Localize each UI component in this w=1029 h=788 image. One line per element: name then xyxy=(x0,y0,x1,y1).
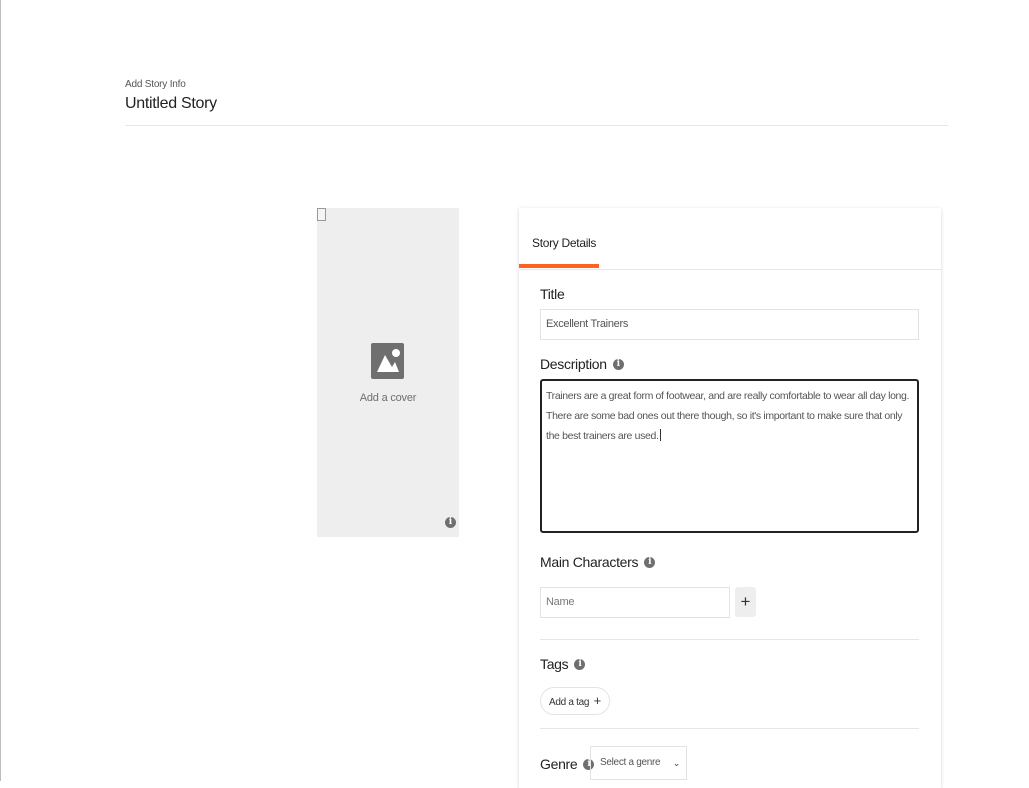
description-label: Description i xyxy=(540,356,624,372)
active-tab-indicator xyxy=(519,264,599,268)
add-tag-button[interactable]: Add a tag + xyxy=(540,687,610,715)
text-caret xyxy=(659,429,661,441)
tags-label: Tags i xyxy=(540,656,586,672)
breadcrumb: Add Story Info xyxy=(125,79,186,90)
genre-select[interactable]: Select a genre ⌄ xyxy=(590,746,687,780)
title-label: Title xyxy=(540,286,565,302)
tab-story-details[interactable]: Story Details xyxy=(532,236,596,250)
description-textarea[interactable]: Trainers are a great form of footwear, a… xyxy=(540,379,919,533)
cover-checkbox[interactable] xyxy=(317,208,326,221)
cover-info-icon[interactable]: i xyxy=(445,517,456,528)
story-details-card: Story Details Title Excellent Trainers D… xyxy=(519,208,941,788)
characters-info-icon[interactable]: i xyxy=(644,556,656,568)
cover-upload[interactable]: Add a cover i xyxy=(317,208,459,537)
tags-label-text: Tags xyxy=(540,656,569,672)
page-header: Add Story Info Untitled Story xyxy=(125,79,948,126)
description-label-text: Description xyxy=(540,356,607,372)
genre-label: Genre i xyxy=(540,756,595,772)
plus-icon: + xyxy=(593,693,602,708)
description-text: Trainers are a great form of footwear, a… xyxy=(546,390,910,442)
title-input[interactable]: Excellent Trainers xyxy=(540,309,919,340)
page-frame: Add Story Info Untitled Story Add a cove… xyxy=(0,0,1029,788)
characters-label-text: Main Characters xyxy=(540,554,639,570)
image-icon xyxy=(371,343,404,379)
genre-select-value: Select a genre xyxy=(600,757,661,768)
tab-bar: Story Details xyxy=(519,208,941,270)
add-cover-label[interactable]: Add a cover xyxy=(317,392,459,404)
tags-info-icon[interactable]: i xyxy=(574,658,586,670)
page-title: Untitled Story xyxy=(125,95,217,112)
genre-label-text: Genre xyxy=(540,756,578,772)
chevron-down-icon: ⌄ xyxy=(672,758,681,768)
divider xyxy=(540,728,919,729)
add-character-button[interactable]: + xyxy=(735,587,756,617)
divider xyxy=(540,639,919,640)
characters-label: Main Characters i xyxy=(540,554,656,570)
description-info-icon[interactable]: i xyxy=(612,358,624,370)
add-tag-label: Add a tag xyxy=(549,697,590,708)
character-name-input[interactable]: Name xyxy=(540,587,730,618)
title-label-text: Title xyxy=(540,286,565,302)
